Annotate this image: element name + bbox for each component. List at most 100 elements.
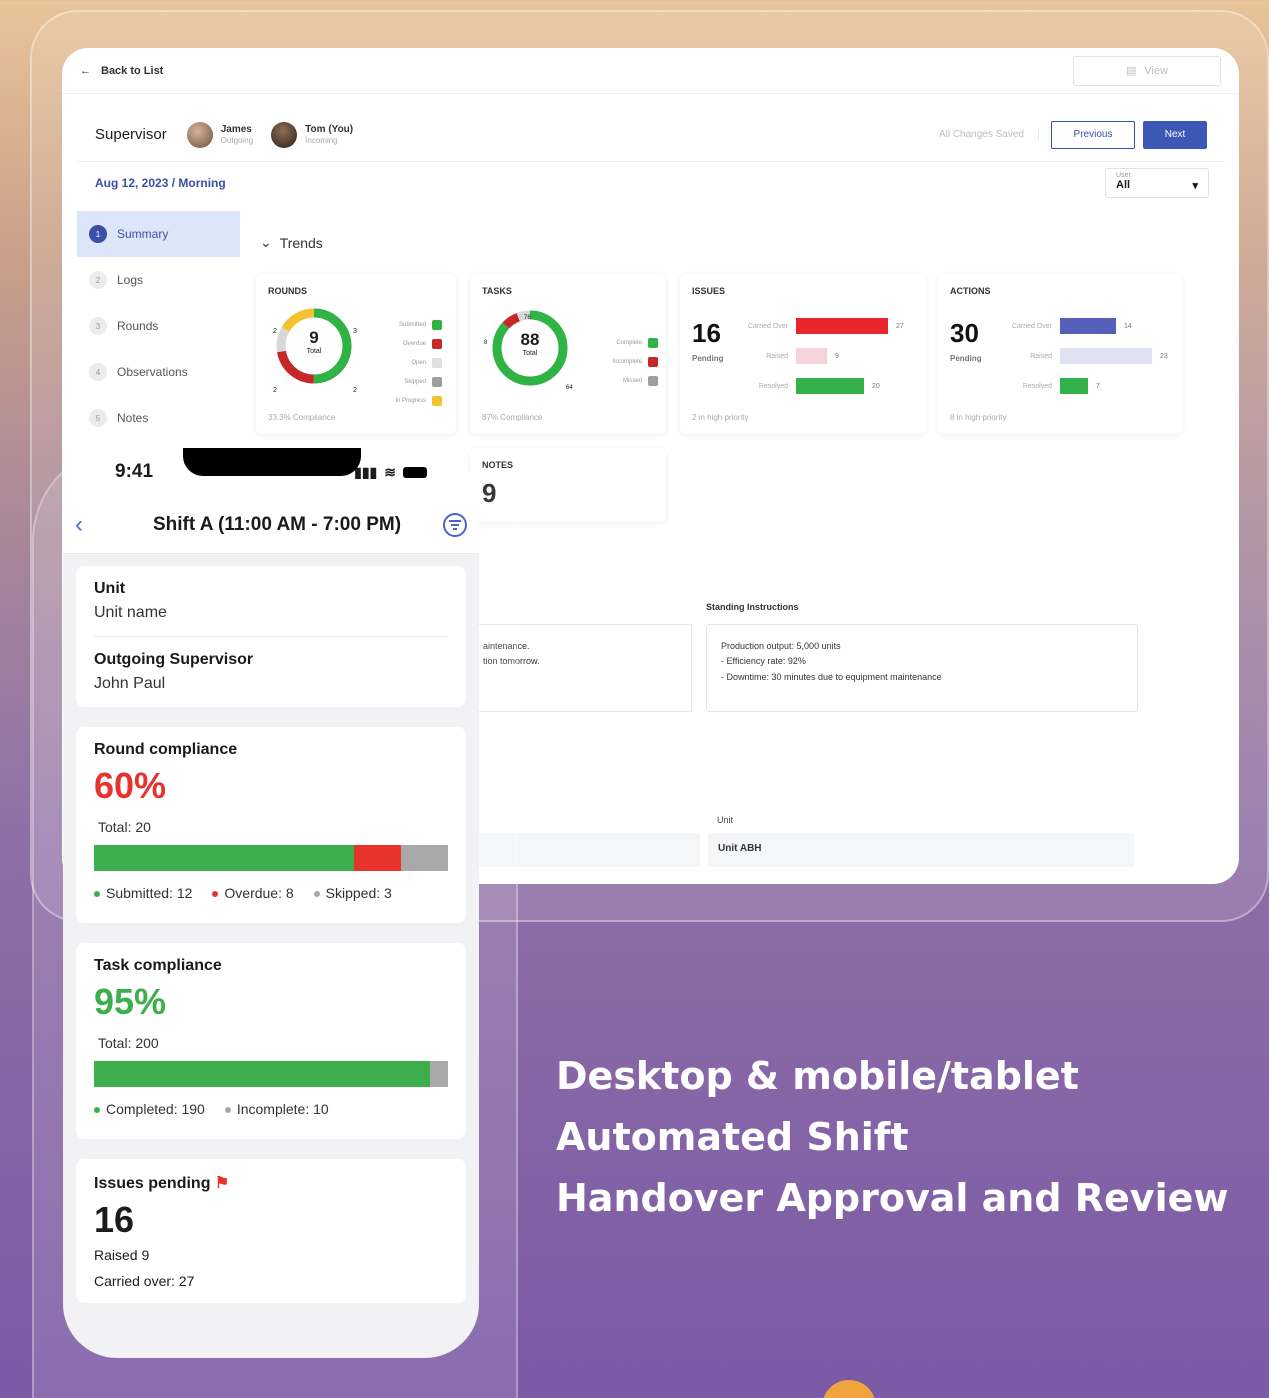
previous-button[interactable]: Previous: [1051, 120, 1135, 149]
unit-label: Unit: [717, 815, 734, 825]
card-footer: 33.3% Compliance: [268, 413, 336, 422]
status-time: 9:41: [115, 461, 154, 482]
person-incoming: Tom (You) Incoming: [271, 121, 353, 148]
user-filter-select[interactable]: User All ▾: [1105, 168, 1209, 198]
legend-skipped: Skipped: 3: [313, 885, 392, 901]
nav-item-notes[interactable]: 5 Notes: [77, 395, 240, 441]
bar-row: Carried Over 14: [996, 318, 1168, 334]
stack-segment: [400, 845, 448, 871]
shift-info-card: Unit Unit name Outgoing Supervisor John …: [76, 566, 466, 707]
tasks-total: 88: [520, 330, 540, 349]
rounds-total-label: Total: [306, 348, 322, 355]
round-legend: Submitted: 12 Overdue: 8 Skipped: 3: [94, 885, 448, 901]
person-name: James: [220, 124, 252, 135]
stack-segment: [353, 845, 401, 871]
round-stacked-bar: [94, 845, 448, 871]
nav-item-observations[interactable]: 4 Observations: [77, 349, 240, 395]
status-bar: 9:41 ▮▮▮ ≋: [63, 448, 479, 496]
task-stacked-bar: [94, 1061, 448, 1087]
person-role: Outgoing: [220, 136, 254, 145]
round-compliance-label: Round compliance: [94, 741, 238, 758]
legend-swatch: [648, 376, 658, 386]
wifi-icon: ≋: [384, 463, 396, 480]
bar: [1060, 378, 1088, 394]
user-filter-value: All: [1116, 179, 1131, 191]
legend-swatch: [432, 396, 442, 406]
card-title: TASKS: [482, 286, 512, 296]
bar-label: Resolved: [758, 382, 788, 390]
legend-swatch: [432, 377, 442, 387]
top-bar: ← Back to List ▤ View: [62, 48, 1239, 94]
mobile-header: ‹ Shift A (11:00 AM - 7:00 PM): [63, 496, 479, 554]
legend-completed: Completed: 190: [94, 1101, 205, 1117]
card-title: ROUNDS: [268, 286, 308, 296]
round-compliance-percent: 60%: [94, 765, 167, 806]
unit-label: Unit: [94, 580, 126, 597]
filter-icon[interactable]: [443, 512, 467, 537]
back-to-list-link[interactable]: ← Back to List: [80, 65, 163, 77]
task-compliance-card: Task compliance 95% Total: 200 Completed…: [76, 943, 466, 1139]
card-title: NOTES: [482, 460, 514, 470]
card-title: ISSUES: [692, 286, 726, 296]
battery-icon: [403, 466, 427, 478]
nav-item-logs[interactable]: 2 Logs: [77, 257, 240, 303]
legend-swatch: [432, 358, 442, 368]
legend-submitted: Submitted: 12: [94, 885, 192, 901]
task-total: Total: 200: [98, 1035, 159, 1051]
view-icon: ▤: [1125, 65, 1137, 77]
mobile-app: 9:41 ▮▮▮ ≋ ‹ Shift A (11:00 AM - 7:00 PM…: [63, 448, 479, 1358]
bar: [796, 378, 864, 394]
legend-swatch: [432, 339, 442, 349]
bar-label: Carried Over: [1011, 322, 1052, 330]
bar: [796, 348, 827, 364]
round-compliance-card: Round compliance 60% Total: 20 Submitted…: [76, 727, 466, 923]
arrow-left-icon: ←: [80, 64, 91, 77]
bar-label: Raised: [1030, 352, 1052, 360]
back-icon[interactable]: ‹: [75, 511, 111, 539]
supervisor-row: Supervisor James Outgoing Tom (You) Incomi…: [77, 108, 1225, 162]
task-legend: Completed: 190 Incomplete: 10: [94, 1101, 448, 1117]
avatar: [271, 121, 298, 148]
stack-segment: [430, 1061, 448, 1087]
bar-value: 23: [1160, 352, 1168, 360]
tasks-card: TASKS 88 Total 76 8 64 Complete Incomple…: [470, 274, 666, 434]
user-filter-label: User: [1116, 172, 1131, 179]
legend-swatch: [648, 338, 658, 348]
bar-label: Resolved: [1022, 382, 1052, 390]
nav-item-summary[interactable]: 1 Summary: [77, 211, 240, 257]
standing-instructions-label: Standing Instructions: [706, 602, 799, 612]
view-button[interactable]: ▤ View: [1073, 55, 1221, 86]
notch: [183, 448, 361, 476]
donut-label: 2: [273, 328, 277, 335]
bar-value: 7: [1096, 382, 1100, 390]
person-role: Incoming: [305, 136, 338, 145]
date-shift: Aug 12, 2023 / Morning: [95, 176, 226, 190]
issues-pending-count: 16: [94, 1199, 135, 1240]
donut-label: 76: [524, 315, 531, 321]
person-outgoing: James Outgoing: [186, 121, 254, 148]
legend-swatch: [432, 320, 442, 330]
bar-row: Raised 23: [996, 348, 1168, 364]
donut-label: 3: [353, 328, 357, 335]
next-button[interactable]: Next: [1143, 120, 1207, 149]
legend-overdue: Overdue: 8: [212, 885, 294, 901]
standing-instructions-textarea[interactable]: Production output: 5,000 units - Efficie…: [706, 624, 1138, 712]
issues-pending-count: 16: [692, 318, 721, 348]
tagline: Desktop & mobile/tablet Automated Shift …: [556, 1054, 1229, 1220]
stack-segment: [94, 1061, 431, 1087]
save-status: All Changes Saved: [939, 129, 1039, 140]
rounds-legend: Submitted Overdue Open Skipped In Progre…: [395, 320, 442, 406]
card-footer: 8 in high priority: [950, 413, 1007, 422]
tasks-total-label: Total: [522, 350, 538, 357]
unit-value: Unit name: [94, 604, 167, 621]
bar-value: 14: [1124, 322, 1132, 330]
bar-value: 20: [872, 382, 880, 390]
unit-value-field: Unit ABH: [708, 833, 1134, 867]
bar: [1060, 318, 1116, 334]
bar-label: Carried Over: [747, 322, 788, 330]
task-compliance-percent: 95%: [94, 981, 167, 1022]
nav-item-rounds[interactable]: 3 Rounds: [77, 303, 240, 349]
issues-pending-label: Pending: [692, 354, 724, 363]
trends-toggle[interactable]: ⌄ Trends: [260, 234, 323, 251]
side-nav: 1 Summary 2 Logs 3 Rounds 4 Observations 5 No…: [77, 211, 240, 441]
